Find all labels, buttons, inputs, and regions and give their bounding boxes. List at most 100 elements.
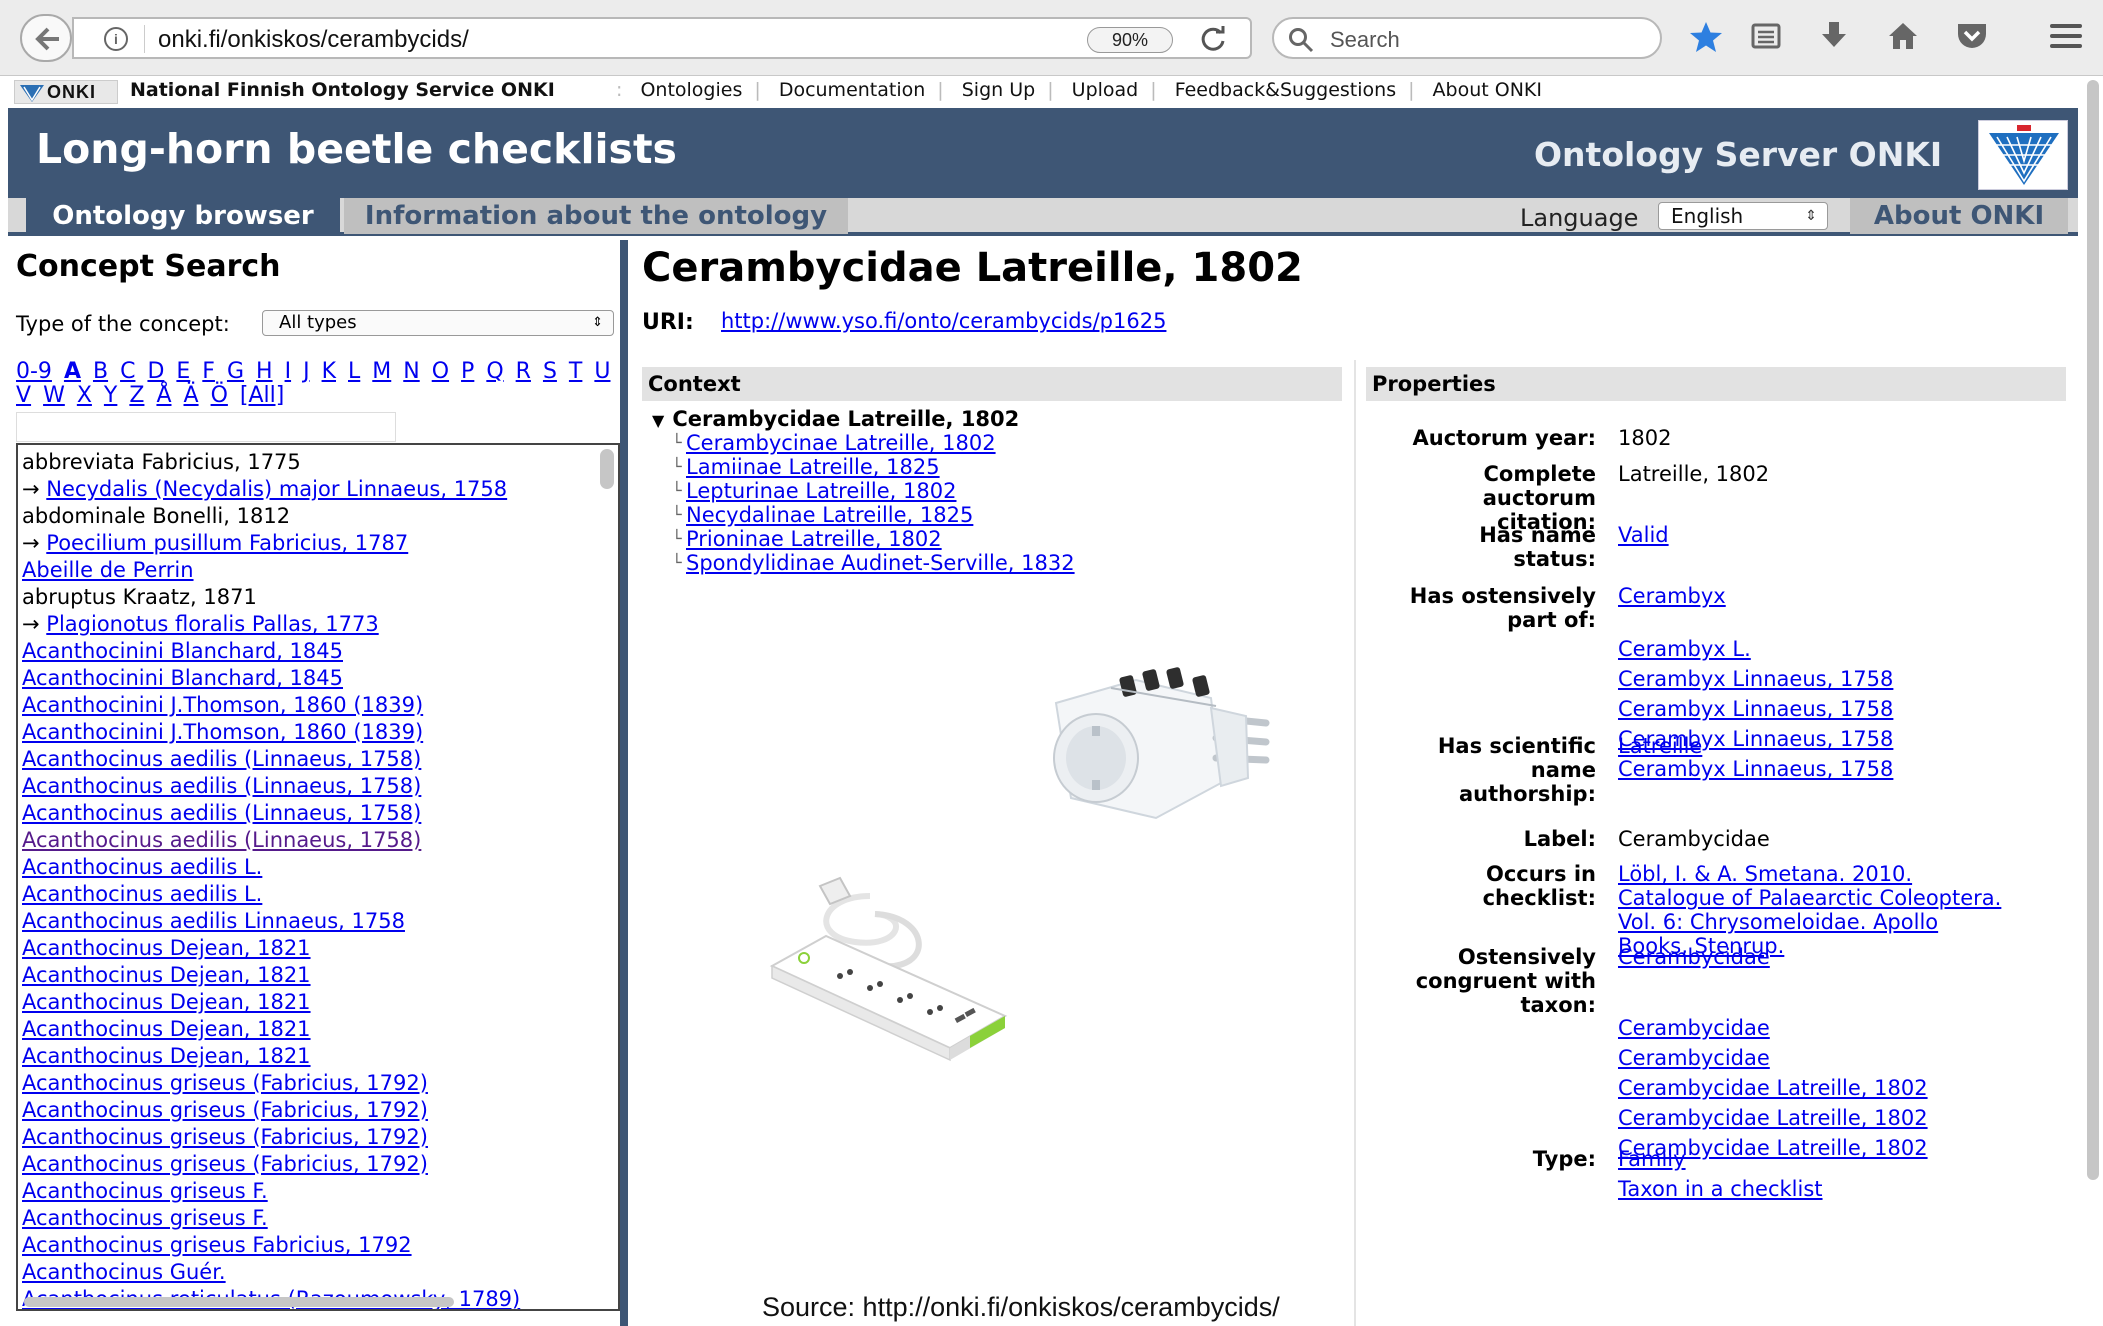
context-child-link[interactable]: Prioninae Latreille, 1802 — [686, 527, 942, 551]
list-item-link[interactable]: Abeille de Perrin — [22, 558, 194, 582]
alphabet-letter-link[interactable]: R — [516, 359, 531, 384]
alphabet-letter-link[interactable]: U — [594, 359, 610, 384]
alphabet-letter-link[interactable]: Y — [104, 383, 117, 408]
concept-filter-input[interactable] — [16, 412, 396, 442]
nav-link-upload[interactable]: Upload — [1072, 79, 1139, 101]
property-value-link[interactable]: Cerambycidae — [1618, 1016, 1770, 1040]
nav-link-about-onki[interactable]: About ONKI — [1433, 79, 1542, 101]
property-value-link[interactable]: Catalogue of Palaearctic Coleoptera. — [1618, 886, 2001, 910]
list-item[interactable]: Acanthocinus Dejean, 1821 — [22, 935, 592, 962]
list-item-link[interactable]: Acanthocinus aedilis Linnaeus, 1758 — [22, 909, 405, 933]
property-value-link[interactable]: Family — [1618, 1147, 1686, 1171]
list-item[interactable]: Abeille de Perrin — [22, 557, 592, 584]
property-value-link[interactable]: Löbl, I. & A. Smetana. 2010. — [1618, 862, 1912, 886]
list-item[interactable]: → Necydalis (Necydalis) major Linnaeus, … — [22, 476, 592, 503]
nav-link-feedback[interactable]: Feedback&Suggestions — [1175, 79, 1396, 101]
property-value-link[interactable]: Cerambyx Linnaeus, 1758 — [1618, 667, 1893, 691]
pocket-icon[interactable] — [1954, 20, 1990, 52]
tab-about-onki[interactable]: About ONKI — [1850, 198, 2068, 234]
list-item-link[interactable]: Acanthocinus Dejean, 1821 — [22, 1044, 311, 1068]
alphabet-letter-link[interactable]: Q — [486, 359, 503, 384]
list-item[interactable]: Acanthocinus griseus (Fabricius, 1792) — [22, 1070, 592, 1097]
page-vertical-scrollbar[interactable] — [2087, 80, 2099, 1180]
alphabet-letter-link[interactable]: C — [120, 359, 135, 384]
context-child-item[interactable]: └ Prioninae Latreille, 1802 — [652, 527, 1075, 551]
list-item-link[interactable]: Acanthocinus aedilis L. — [22, 855, 262, 879]
nav-link-sign-up[interactable]: Sign Up — [962, 79, 1035, 101]
list-item[interactable]: Acanthocinus griseus (Fabricius, 1792) — [22, 1097, 592, 1124]
list-item[interactable]: Acanthocinus aedilis (Linnaeus, 1758) — [22, 773, 592, 800]
list-item-link[interactable]: Acanthocinus griseus (Fabricius, 1792) — [22, 1125, 428, 1149]
alphabet-letter-link[interactable]: W — [43, 383, 65, 408]
list-item-link[interactable]: Acanthocinus Dejean, 1821 — [22, 963, 311, 987]
alphabet-letter-link[interactable]: X — [77, 383, 92, 408]
tab-ontology-browser[interactable]: Ontology browser — [26, 198, 340, 234]
alphabet-letter-link[interactable]: H — [256, 359, 273, 384]
context-child-link[interactable]: Spondylidinae Audinet-Serville, 1832 — [686, 551, 1075, 575]
property-value-link[interactable]: Cerambyx Linnaeus, 1758 — [1618, 697, 1893, 721]
property-value-link[interactable]: Cerambyx Linnaeus, 1758 — [1618, 757, 1893, 781]
context-child-item[interactable]: └ Lepturinae Latreille, 1802 — [652, 479, 1075, 503]
tab-ontology-info[interactable]: Information about the ontology — [344, 198, 848, 234]
concept-results-list[interactable]: abbreviata Fabricius, 1775 → Necydalis (N… — [16, 443, 620, 1311]
alphabet-letter-link[interactable]: T — [569, 359, 582, 384]
alphabet-letter-link[interactable]: 0-9 — [16, 359, 52, 384]
alphabet-letter-link[interactable]: E — [176, 359, 190, 384]
list-item[interactable]: Acanthocinus griseus (Fabricius, 1792) — [22, 1124, 592, 1151]
context-child-item[interactable]: └ Spondylidinae Audinet-Serville, 1832 — [652, 551, 1075, 575]
address-bar[interactable]: i onki.fi/onkiskos/cerambycids/ 90% — [72, 17, 1252, 59]
list-item-link[interactable]: Acanthocinus griseus (Fabricius, 1792) — [22, 1071, 428, 1095]
reload-icon[interactable] — [1199, 25, 1227, 53]
list-item-link[interactable]: Acanthocinus griseus F. — [22, 1179, 268, 1203]
alphabet-letter-link[interactable]: L — [348, 359, 360, 384]
list-item[interactable]: → Plagionotus floralis Pallas, 1773 — [22, 611, 592, 638]
list-item[interactable]: Acanthocinus Dejean, 1821 — [22, 989, 592, 1016]
alphabet-letter-link[interactable]: [All] — [240, 383, 284, 408]
list-item-link[interactable]: Acanthocinini J.Thomson, 1860 (1839) — [22, 720, 423, 744]
list-item[interactable]: Acanthocinus aedilis (Linnaeus, 1758) — [22, 746, 592, 773]
list-item[interactable]: Acanthocinus aedilis Linnaeus, 1758 — [22, 908, 592, 935]
property-value-link[interactable]: Cerambycidae — [1618, 1046, 1770, 1070]
property-value-link[interactable]: Latreille — [1618, 734, 1702, 758]
bookmark-star-icon[interactable] — [1688, 20, 1724, 54]
list-item-link[interactable]: Acanthocinus Dejean, 1821 — [22, 990, 311, 1014]
list-item[interactable]: Acanthocinini Blanchard, 1845 — [22, 638, 592, 665]
alphabet-letter-link[interactable]: P — [461, 359, 474, 384]
list-item-link[interactable]: Acanthocinus Dejean, 1821 — [22, 936, 311, 960]
list-item[interactable]: Acanthocinus Dejean, 1821 — [22, 1043, 592, 1070]
alphabet-letter-link[interactable]: B — [93, 359, 108, 384]
context-child-link[interactable]: Lepturinae Latreille, 1802 — [686, 479, 956, 503]
list-item-link[interactable]: Acanthocinus griseus F. — [22, 1206, 268, 1230]
hamburger-menu-icon[interactable] — [2050, 24, 2082, 54]
alphabet-letter-link[interactable]: N — [403, 359, 419, 384]
list-item-link[interactable]: Acanthocinus Guér. — [22, 1260, 226, 1284]
alphabet-letter-link[interactable]: Å — [156, 383, 171, 408]
property-value-link[interactable]: Cerambyx L. — [1618, 637, 1751, 661]
nav-link-ontologies[interactable]: Ontologies — [640, 79, 742, 101]
property-value-link[interactable]: Taxon in a checklist — [1618, 1177, 1823, 1201]
alphabet-letter-link[interactable]: O — [432, 359, 449, 384]
concept-type-select[interactable]: All types ⇕ — [262, 310, 614, 336]
list-item[interactable]: Acanthocinus Dejean, 1821 — [22, 1016, 592, 1043]
list-item-link[interactable]: Acanthocinus griseus (Fabricius, 1792) — [22, 1152, 428, 1176]
context-child-item[interactable]: └ Necydalinae Latreille, 1825 — [652, 503, 1075, 527]
list-item-link[interactable]: Acanthocinus aedilis (Linnaeus, 1758) — [22, 828, 421, 852]
alphabet-letter-link[interactable]: Ö — [211, 383, 228, 408]
list-item[interactable]: Acanthocinini Blanchard, 1845 — [22, 665, 592, 692]
property-value-link[interactable]: Valid — [1618, 523, 1669, 547]
context-child-link[interactable]: Lamiinae Latreille, 1825 — [686, 455, 940, 479]
list-vertical-scrollbar[interactable] — [600, 449, 614, 489]
alphabet-letter-link[interactable]: Z — [129, 383, 144, 408]
list-item-link[interactable]: Acanthocinini J.Thomson, 1860 (1839) — [22, 693, 423, 717]
list-item-link[interactable]: Poecilium pusillum Fabricius, 1787 — [46, 531, 408, 555]
property-value-link[interactable]: Cerambyx — [1618, 584, 1726, 608]
alphabet-letter-link[interactable]: G — [227, 359, 244, 384]
list-item[interactable]: Acanthocinus Dejean, 1821 — [22, 962, 592, 989]
context-child-item[interactable]: └ Lamiinae Latreille, 1825 — [652, 455, 1075, 479]
property-value-link[interactable]: Cerambycidae — [1618, 945, 1770, 969]
property-value-link[interactable]: Cerambycidae Latreille, 1802 — [1618, 1106, 1928, 1130]
list-item[interactable]: Acanthocinus griseus F. — [22, 1178, 592, 1205]
list-item-link[interactable]: Necydalis (Necydalis) major Linnaeus, 17… — [46, 477, 507, 501]
list-item-link[interactable]: Plagionotus floralis Pallas, 1773 — [46, 612, 378, 636]
onki-small-logo[interactable]: ONKI — [14, 80, 118, 104]
